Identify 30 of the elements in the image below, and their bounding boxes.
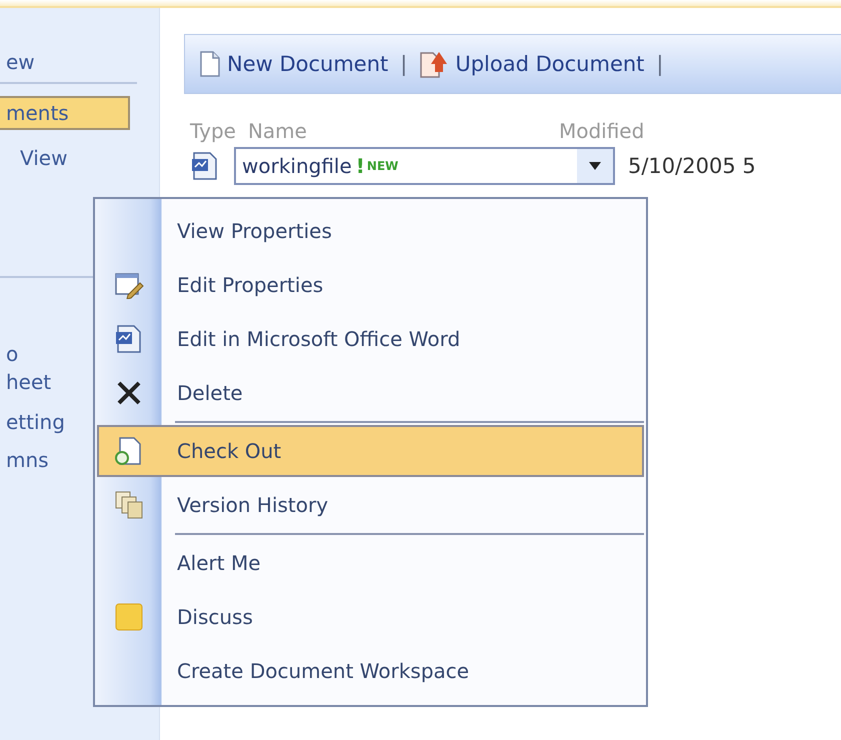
upload-document-link[interactable]: Upload Document — [419, 50, 644, 78]
page-icon — [114, 436, 144, 466]
document-icon — [114, 324, 144, 354]
pages-icon — [114, 490, 144, 520]
new-label: NEW — [366, 159, 398, 173]
toolbar-divider: | — [400, 52, 408, 76]
pencil-page-icon — [114, 271, 144, 299]
menu-item[interactable]: Edit Properties — [97, 259, 644, 311]
menu-item[interactable]: View Properties — [97, 205, 644, 257]
document-icon — [190, 151, 220, 181]
new-marker: ! — [356, 154, 365, 178]
menu-item[interactable]: Check Out — [97, 425, 644, 477]
menu-item[interactable]: Create Document Workspace — [97, 645, 644, 697]
nav-item[interactable]: View — [0, 144, 159, 172]
caret-icon[interactable] — [589, 162, 601, 170]
delete-icon — [116, 380, 142, 406]
nav-item[interactable]: ew — [0, 48, 159, 76]
menu-item[interactable]: Discuss — [97, 591, 644, 643]
note-icon — [115, 603, 143, 631]
menu-item[interactable]: Edit in Microsoft Office Word — [97, 313, 644, 365]
page-icon — [199, 51, 221, 77]
menu-item[interactable]: Alert Me — [97, 537, 644, 589]
file-name[interactable]: workingfile — [236, 154, 352, 178]
menu-item[interactable]: Delete — [97, 367, 644, 419]
modified-date: 5/10/2005 5 — [628, 154, 756, 178]
nav-item[interactable]: ments — [0, 96, 130, 130]
menu-item[interactable]: Version History — [97, 479, 644, 531]
new-document-link[interactable]: New Document — [199, 51, 388, 77]
page-arrow-icon — [419, 50, 450, 78]
toolbar-divider: | — [656, 52, 664, 76]
